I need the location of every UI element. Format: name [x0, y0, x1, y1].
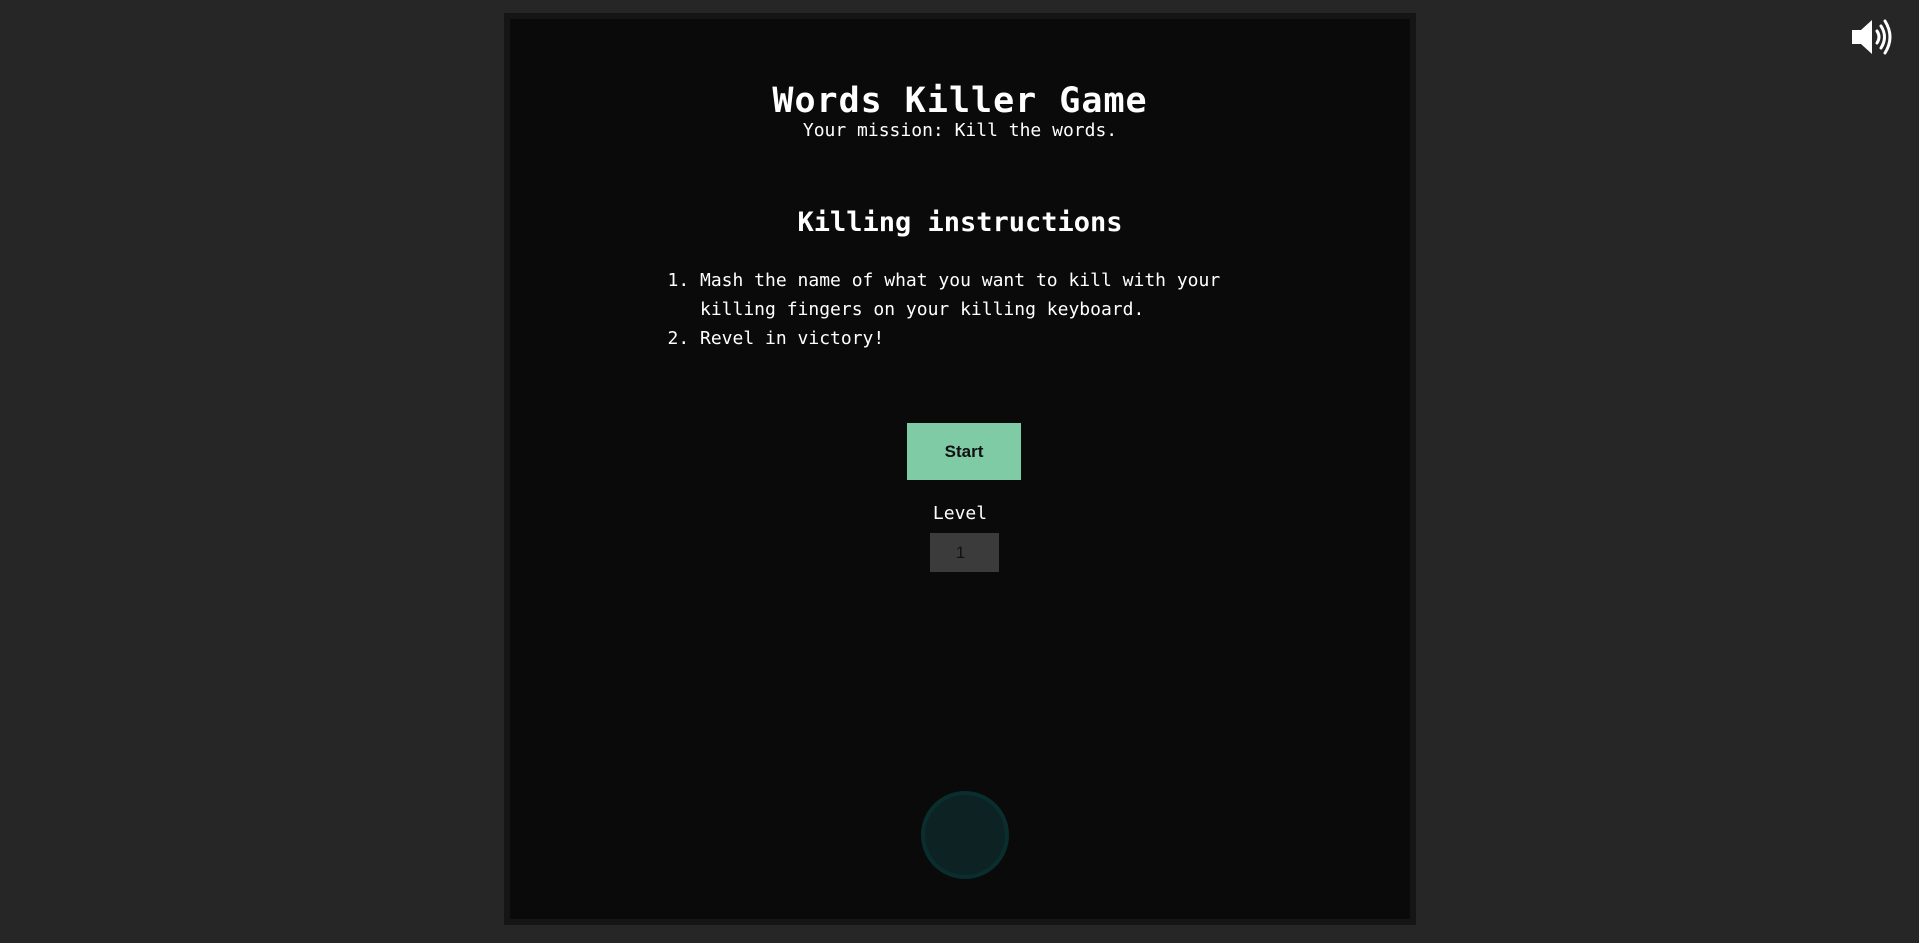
- instructions-heading: Killing instructions: [797, 207, 1123, 238]
- speaker-volume-icon-graphic: [1852, 19, 1892, 55]
- level-input[interactable]: [930, 533, 999, 572]
- instruction-step: Mash the name of what you want to kill w…: [700, 266, 1280, 324]
- game-title: Words Killer Game: [772, 81, 1148, 121]
- level-label: Level: [932, 503, 988, 524]
- instructions-list: Mash the name of what you want to kill w…: [670, 266, 1280, 353]
- game-subtitle: Your mission: Kill the words.: [802, 120, 1118, 141]
- instruction-step: Revel in victory!: [700, 324, 1280, 353]
- game-stage: Words Killer Game Your mission: Kill the…: [504, 13, 1416, 925]
- start-button[interactable]: Start: [907, 423, 1021, 480]
- player-circle-icon: [921, 791, 1009, 879]
- speaker-volume-icon[interactable]: [1850, 17, 1894, 57]
